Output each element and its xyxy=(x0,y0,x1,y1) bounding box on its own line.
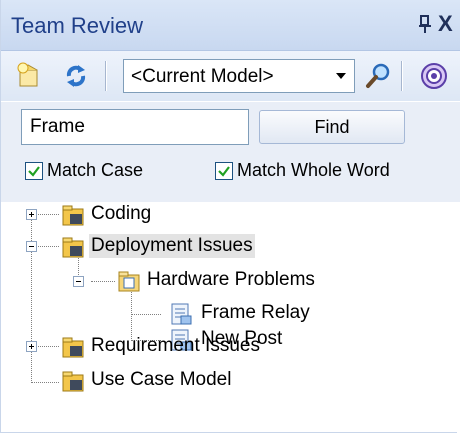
match-whole-word-label: Match Whole Word xyxy=(237,160,390,180)
match-case-checkbox[interactable] xyxy=(25,162,43,180)
refresh-icon[interactable] xyxy=(61,61,91,91)
tree-connector xyxy=(31,382,59,383)
match-case-option[interactable]: Match Case xyxy=(25,159,195,185)
model-tree: Coding Deployment Issues Hardware Proble… xyxy=(11,203,457,431)
package-folder-icon xyxy=(62,337,84,358)
tree-connector xyxy=(31,213,32,383)
package-folder-icon xyxy=(62,237,84,258)
chevron-down-icon[interactable] xyxy=(336,73,346,79)
tree-node-label: Deployment Issues xyxy=(89,234,255,258)
new-item-icon[interactable] xyxy=(15,61,45,91)
model-select[interactable]: <Current Model> xyxy=(123,59,355,93)
collapse-icon[interactable] xyxy=(26,241,37,252)
tree-connector xyxy=(35,246,59,247)
tree-connector xyxy=(35,214,59,215)
tree-connector xyxy=(131,314,161,315)
collapse-icon[interactable] xyxy=(73,276,84,287)
search-area: Find Match Case Match Whole Word xyxy=(1,102,460,202)
expand-icon[interactable] xyxy=(26,209,37,220)
match-whole-word-option[interactable]: Match Whole Word xyxy=(215,159,425,185)
toolbar: <Current Model> xyxy=(1,51,460,101)
package-folder-icon xyxy=(62,205,84,226)
model-select-value: <Current Model> xyxy=(131,66,274,87)
team-review-panel: Team Review X <Current Model> Frame Find… xyxy=(0,0,460,433)
toolbar-separator xyxy=(401,61,403,91)
tree-node-label: Hardware Problems xyxy=(147,269,315,290)
tree-node-label: Requirement Issues xyxy=(91,335,260,356)
pin-icon[interactable] xyxy=(417,14,433,34)
toolbar-separator xyxy=(105,61,107,91)
tree-node-label: Coding xyxy=(91,203,152,224)
package-folder-icon xyxy=(62,371,84,392)
close-icon[interactable]: X xyxy=(438,13,453,35)
post-document-icon xyxy=(171,303,192,325)
tree-connector xyxy=(35,346,59,347)
panel-title: Team Review xyxy=(11,13,144,38)
help-icon[interactable] xyxy=(419,61,449,91)
find-button[interactable]: Find xyxy=(259,110,405,144)
search-icon[interactable] xyxy=(363,61,393,91)
match-whole-word-checkbox[interactable] xyxy=(215,162,233,180)
tree-node-label: Use Case Model xyxy=(91,369,232,390)
expand-icon[interactable] xyxy=(26,341,37,352)
tree-connector xyxy=(91,281,115,282)
category-folder-icon xyxy=(118,271,140,292)
panel-titlebar: Team Review X xyxy=(1,0,460,51)
match-case-label: Match Case xyxy=(47,160,144,180)
checkmark-icon xyxy=(28,166,40,177)
search-input[interactable] xyxy=(21,109,249,145)
tree-node-label: Frame Relay xyxy=(201,302,310,323)
checkmark-icon xyxy=(218,166,230,177)
